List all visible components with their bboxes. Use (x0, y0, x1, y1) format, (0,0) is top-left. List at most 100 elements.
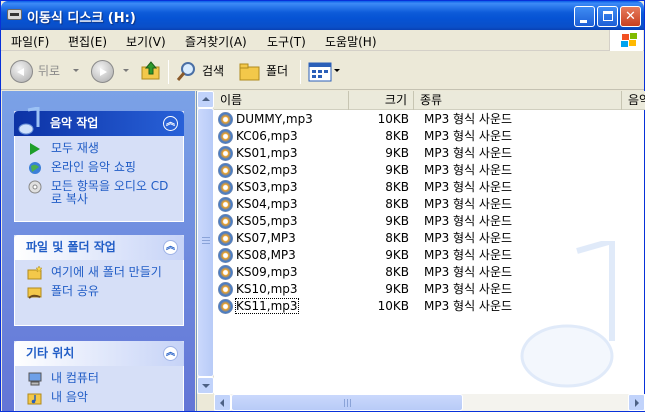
task-share-folder[interactable]: 폴더 공유 (25, 285, 177, 301)
file-size: 9KB (385, 248, 409, 262)
file-name: KS09,mp3 (236, 265, 298, 279)
file-name-cell: KS10,mp3 (218, 281, 298, 298)
place-my-computer[interactable]: 내 컴퓨터 (25, 372, 177, 388)
column-header-type[interactable]: 종류 (414, 91, 622, 110)
column-header-size[interactable]: 크기 (349, 91, 414, 110)
menu-bar: 파일(F) 편집(E) 보기(V) 즐겨찾기(A) 도구(T) 도움말(H) (1, 30, 644, 51)
up-folder-icon[interactable] (140, 60, 162, 82)
file-row[interactable]: KS07,MP3 8KB MP3 형식 사운드 (214, 230, 645, 247)
column-header-name[interactable]: 이름 (214, 91, 349, 110)
views-dropdown-icon[interactable] (334, 69, 340, 72)
title-bar[interactable]: 이동식 디스크 (H:) ✕ (1, 1, 644, 30)
minimize-icon (580, 20, 587, 23)
file-row[interactable]: KS10,mp3 9KB MP3 형식 사운드 (214, 281, 645, 298)
music-tasks-body: 모두 재생 온라인 음악 쇼핑 모든 항목을 오디오 CD로 복사 (14, 136, 184, 222)
file-row[interactable]: KC06,mp3 8KB MP3 형식 사운드 (214, 128, 645, 145)
scroll-right-icon[interactable] (628, 394, 645, 411)
menu-view[interactable]: 보기(V) (126, 33, 166, 50)
file-size: 8KB (385, 129, 409, 143)
file-name-cell: KS04,mp3 (218, 196, 298, 213)
maximize-icon (603, 11, 613, 21)
scroll-left-icon[interactable] (214, 394, 231, 411)
folders-button-label[interactable]: 폴더 (266, 59, 288, 83)
minimize-button[interactable] (574, 6, 595, 27)
menu-tools[interactable]: 도구(T) (267, 33, 306, 50)
collapse-chevron-icon[interactable]: ︽ (163, 346, 178, 361)
file-row[interactable]: KS08,MP3 9KB MP3 형식 사운드 (214, 247, 645, 264)
scroll-grip (202, 243, 210, 244)
search-button-label[interactable]: 검색 (202, 59, 224, 83)
file-name: KS04,mp3 (236, 197, 298, 211)
other-places-panel: 기타 위치 ︽ 내 컴퓨터 내 음악 (14, 341, 184, 411)
maximize-button[interactable] (597, 6, 618, 27)
file-name-cell: KS02,mp3 (218, 162, 298, 179)
folders-icon[interactable] (238, 61, 262, 83)
forward-dropdown-icon[interactable] (123, 69, 129, 72)
scroll-grip (202, 237, 210, 238)
file-row[interactable]: KS09,mp3 8KB MP3 형식 사운드 (214, 264, 645, 281)
file-row[interactable]: KS02,mp3 9KB MP3 형식 사운드 (214, 162, 645, 179)
file-row[interactable]: KS01,mp3 9KB MP3 형식 사운드 (214, 145, 645, 162)
file-size: 10KB (377, 112, 409, 126)
toolbar: 뒤로 검색 폴더 (1, 52, 644, 90)
file-folder-tasks-panel: 파일 및 폴더 작업 ︽ 여기에 새 폴더 만들기 폴더 공유 (14, 235, 184, 326)
file-folder-tasks-header[interactable]: 파일 및 폴더 작업 ︽ (14, 235, 184, 260)
back-icon[interactable] (10, 60, 33, 83)
task-shop-music-online[interactable]: 온라인 음악 쇼핑 (25, 161, 177, 177)
menu-help[interactable]: 도움말(H) (325, 33, 377, 50)
other-places-header[interactable]: 기타 위치 ︽ (14, 341, 184, 366)
close-button[interactable]: ✕ (620, 6, 641, 27)
explorer-window: 이동식 디스크 (H:) ✕ 파일(F) 편집(E) 보기(V) 즐겨찾기(A)… (0, 0, 645, 412)
scroll-up-icon[interactable] (197, 91, 214, 108)
place-my-computer-label: 내 컴퓨터 (51, 371, 99, 385)
forward-icon[interactable] (91, 60, 114, 83)
task-copy-to-audio-cd-label: 모든 항목을 오디오 CD로 복사 (51, 179, 169, 206)
file-name: KS07,MP3 (236, 231, 296, 245)
back-dropdown-icon[interactable] (73, 69, 79, 72)
collapse-chevron-icon[interactable]: ︽ (163, 116, 178, 131)
vertical-scroll-thumb[interactable] (197, 108, 214, 377)
scroll-grip (350, 399, 351, 407)
collapse-chevron-icon[interactable]: ︽ (163, 240, 178, 255)
scroll-grip (347, 399, 348, 407)
scroll-down-icon[interactable] (197, 377, 214, 394)
file-type: MP3 형식 사운드 (424, 214, 513, 228)
file-row[interactable]: KS03,mp3 8KB MP3 형식 사운드 (214, 179, 645, 196)
task-copy-to-audio-cd[interactable]: 모든 항목을 오디오 CD로 복사 (25, 180, 177, 206)
mp3-file-icon (218, 180, 233, 195)
file-name-cell: DUMMY,mp3 (218, 111, 313, 128)
file-name-cell: KS09,mp3 (218, 264, 298, 281)
music-tasks-header[interactable]: 음악 작업 ︽ (14, 107, 184, 136)
horizontal-scroll-thumb[interactable] (231, 394, 463, 411)
vertical-scrollbar[interactable] (197, 91, 214, 394)
music-note-icon (18, 107, 40, 135)
music-tasks-title: 음악 작업 (50, 116, 99, 130)
window-title: 이동식 디스크 (H:) (27, 11, 136, 26)
views-icon[interactable] (308, 62, 332, 82)
column-header: 이름 크기 종류 음악 (214, 91, 645, 110)
file-row[interactable]: KS05,mp3 9KB MP3 형식 사운드 (214, 213, 645, 230)
file-row-focused[interactable]: KS11,mp3 10KB MP3 형식 사운드 (214, 298, 645, 315)
mp3-file-icon (218, 214, 233, 229)
file-name: KS08,MP3 (236, 248, 296, 262)
file-row[interactable]: DUMMY,mp3 10KB MP3 형식 사운드 (214, 111, 645, 128)
menu-favorites[interactable]: 즐겨찾기(A) (185, 33, 247, 50)
search-icon[interactable] (175, 61, 197, 83)
menu-file[interactable]: 파일(F) (11, 33, 49, 50)
column-header-music[interactable]: 음악 (622, 91, 645, 110)
file-size: 8KB (385, 197, 409, 211)
back-button-label[interactable]: 뒤로 (38, 59, 60, 83)
place-my-music[interactable]: 내 음악 (25, 391, 177, 407)
task-new-folder[interactable]: 여기에 새 폴더 만들기 (25, 266, 177, 282)
file-size: 9KB (385, 282, 409, 296)
file-name-cell: KS08,MP3 (218, 247, 296, 264)
file-name: KS05,mp3 (236, 214, 298, 228)
file-name-cell: KS01,mp3 (218, 145, 298, 162)
task-play-all[interactable]: 모두 재생 (25, 142, 177, 158)
file-type: MP3 형식 사운드 (424, 146, 513, 160)
file-row[interactable]: KS04,mp3 8KB MP3 형식 사운드 (214, 196, 645, 213)
horizontal-scrollbar[interactable] (214, 394, 645, 411)
task-new-folder-label: 여기에 새 폴더 만들기 (51, 265, 162, 279)
mp3-file-icon (218, 129, 233, 144)
menu-edit[interactable]: 편집(E) (68, 33, 107, 50)
